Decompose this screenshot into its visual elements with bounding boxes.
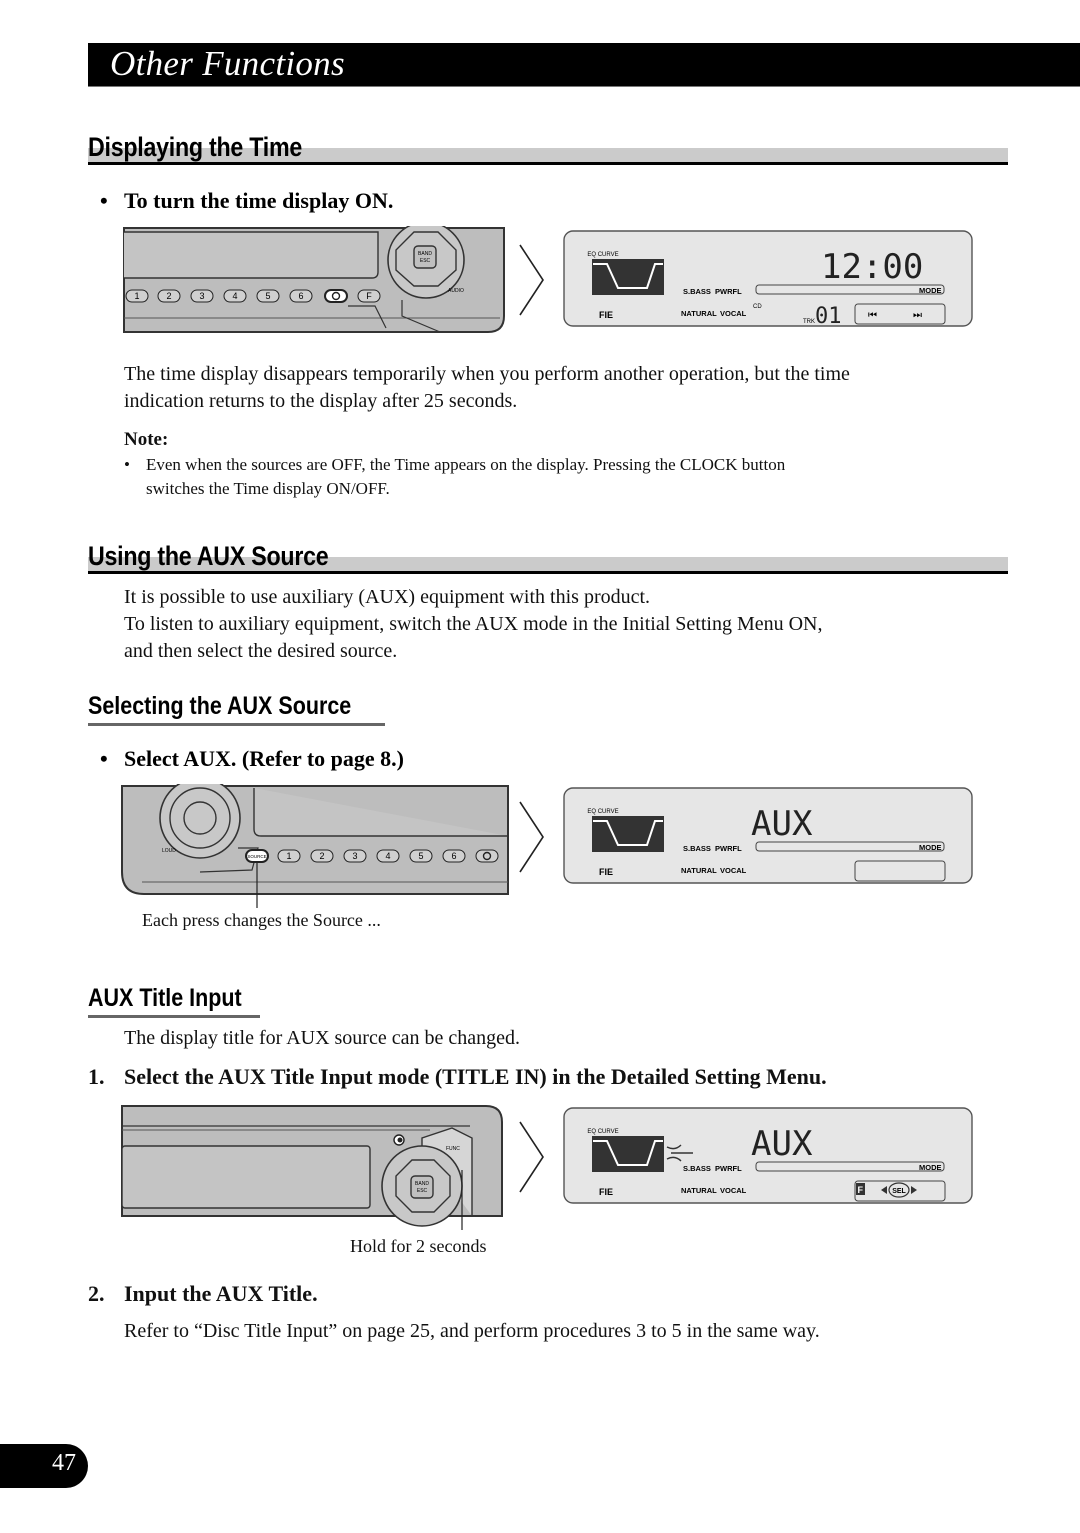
lcd-display-clock: EQ CURVE S.BASS PWRFL NATURAL VOCAL FIE … xyxy=(563,230,973,327)
aux-title-description: The display title for AUX source can be … xyxy=(124,1027,520,1049)
lcd-display-aux-title: EQ CURVE S.BASS PWRFL NATURAL VOCAL FIE … xyxy=(563,1107,973,1204)
section-heading-displaying-time: Displaying the Time xyxy=(88,132,1008,165)
pwrfl-label: PWRFL xyxy=(715,287,742,296)
svg-text:5: 5 xyxy=(418,851,423,861)
step-2: 2. Input the AUX Title. xyxy=(88,1281,318,1306)
svg-text:FIE: FIE xyxy=(599,867,613,877)
hold-caption: Hold for 2 seconds xyxy=(350,1236,487,1256)
svg-text:BAND: BAND xyxy=(415,1181,429,1187)
time-readout: 12:00 xyxy=(821,247,923,287)
svg-text:NATURAL: NATURAL xyxy=(681,866,717,875)
svg-text:VOCAL: VOCAL xyxy=(720,866,747,875)
svg-text:1: 1 xyxy=(286,851,291,861)
page-number-tab: 47 xyxy=(0,1444,88,1488)
band-label: BAND xyxy=(418,251,432,257)
chapter-banner: Other Functions xyxy=(88,43,1080,87)
svg-text:S.BASS: S.BASS xyxy=(683,844,711,853)
function-button-label: F xyxy=(366,291,372,301)
svg-text:MODE: MODE xyxy=(919,1163,942,1172)
func-label: FUNC xyxy=(446,1146,460,1152)
audio-label: AUDIO xyxy=(448,288,464,294)
arrow-right-icon xyxy=(519,1121,544,1193)
previous-track-icon: ⏮ xyxy=(868,310,877,321)
instruction-bullet: • To turn the time display ON. xyxy=(100,188,394,213)
esc-label: ESC xyxy=(420,258,431,264)
svg-text:ESC: ESC xyxy=(417,1188,428,1194)
svg-text:VOCAL: VOCAL xyxy=(720,1186,747,1195)
preset-4: 4 xyxy=(232,291,237,301)
head-unit-func-illustration: FUNC BAND ESC xyxy=(121,1105,503,1230)
head-unit-source-illustration: LOUD SOURCE 1 2 3 4 5 6 xyxy=(121,784,509,908)
aux-description: It is possible to use auxiliary (AUX) eq… xyxy=(124,586,823,662)
step-2-description: Refer to “Disc Title Input” on page 25, … xyxy=(124,1320,820,1342)
svg-text:6: 6 xyxy=(451,851,456,861)
svg-text:3: 3 xyxy=(352,851,357,861)
preset-6: 6 xyxy=(298,291,303,301)
svg-text:2: 2 xyxy=(319,851,324,861)
step-1: 1. Select the AUX Title Input mode (TITLE… xyxy=(88,1064,827,1089)
svg-text:S.BASS: S.BASS xyxy=(683,1164,711,1173)
mode-label: MODE xyxy=(919,286,942,295)
svg-text:MODE: MODE xyxy=(919,843,942,852)
loud-label: LOUD xyxy=(162,848,176,854)
preset-1: 1 xyxy=(134,291,139,301)
instruction-bullet: • Select AUX. (Refer to page 8.) xyxy=(100,746,405,771)
chapter-title: Other Functions xyxy=(110,44,345,83)
svg-text:4: 4 xyxy=(385,851,390,861)
svg-text:FIE: FIE xyxy=(599,1187,613,1197)
note-label: Note: xyxy=(124,429,169,450)
head-unit-clock-illustration: BAND ESC AUDIO 1 2 3 4 5 6 F xyxy=(123,226,505,333)
svg-text:EQ CURVE: EQ CURVE xyxy=(587,1129,618,1135)
preset-2: 2 xyxy=(166,291,171,301)
note-item: • Even when the sources are OFF, the Tim… xyxy=(124,455,786,498)
svg-text:EQ CURVE: EQ CURVE xyxy=(587,809,618,815)
natural-label: NATURAL xyxy=(681,309,717,318)
trk-label: TRK xyxy=(803,319,815,325)
subheading-selecting-aux: Selecting the AUX Source xyxy=(88,692,394,726)
next-track-icon: ⏭ xyxy=(913,310,922,321)
vocal-label: VOCAL xyxy=(720,309,747,318)
source-caption: Each press changes the Source ... xyxy=(142,910,381,930)
svg-text:NATURAL: NATURAL xyxy=(681,1186,717,1195)
sbass-label: S.BASS xyxy=(683,287,711,296)
time-description: The time display disappears temporarily … xyxy=(124,363,850,412)
subheading-aux-title-input: AUX Title Input xyxy=(88,984,267,1018)
arrow-right-icon xyxy=(519,244,544,316)
fie-label: FIE xyxy=(599,310,613,320)
track-number: 01 xyxy=(815,304,842,327)
svg-text:SOURCE: SOURCE xyxy=(247,854,266,859)
arrow-right-icon xyxy=(519,801,544,873)
svg-text:AUX: AUX xyxy=(751,1124,813,1164)
sel-indicator: SEL xyxy=(892,1188,906,1195)
svg-text:PWRFL: PWRFL xyxy=(715,1164,742,1173)
cd-label: CD xyxy=(753,304,762,310)
f-indicator: F xyxy=(858,1185,864,1195)
preset-3: 3 xyxy=(199,291,204,301)
preset-5: 5 xyxy=(265,291,270,301)
svg-text:PWRFL: PWRFL xyxy=(715,844,742,853)
page-number: 47 xyxy=(52,1450,76,1476)
section-heading-using-aux: Using the AUX Source xyxy=(88,541,1008,574)
eq-curve-label: EQ CURVE xyxy=(587,252,618,258)
aux-readout: AUX xyxy=(751,804,813,844)
lcd-display-aux: EQ CURVE S.BASS PWRFL NATURAL VOCAL FIE … xyxy=(563,787,973,884)
